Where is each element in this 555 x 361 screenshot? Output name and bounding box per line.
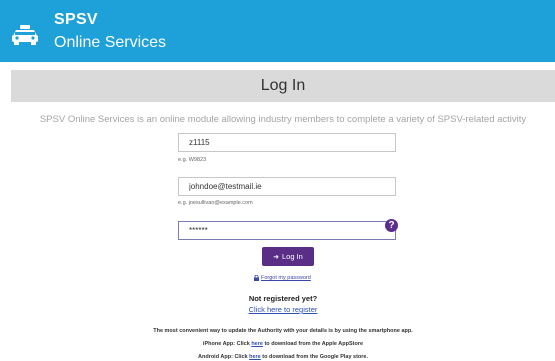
lock-icon xyxy=(254,275,259,281)
iphone-download-link[interactable]: here xyxy=(251,341,263,347)
iphone-suffix: to download from the Apple AppStore xyxy=(264,341,364,347)
email-input[interactable] xyxy=(178,177,396,196)
password-input[interactable] xyxy=(178,221,396,240)
login-button-label: Log In xyxy=(282,252,303,261)
taxi-icon xyxy=(12,25,38,45)
sign-in-icon: ➜ xyxy=(273,253,279,261)
footer-app-note: The most convenient way to update the Au… xyxy=(153,328,413,334)
licence-number-input[interactable] xyxy=(178,133,396,152)
login-button[interactable]: ➜ Log In xyxy=(262,247,314,266)
not-registered-text: Not registered yet? xyxy=(248,294,318,303)
question-mark-icon[interactable]: ? xyxy=(385,219,398,232)
app-title: SPSV xyxy=(54,11,98,28)
top-bar: SPSV Online Services xyxy=(0,0,555,62)
app-subtitle: Online Services xyxy=(54,34,167,51)
page-title: Log In xyxy=(11,70,555,102)
iphone-prefix: iPhone App: Click xyxy=(202,341,250,347)
android-prefix: Android App: Click xyxy=(197,354,248,360)
footer-android-line: Android App: Click here to download from… xyxy=(11,354,555,360)
intro-text: SPSV Online Services is an online module… xyxy=(39,114,527,125)
forgot-password-link[interactable]: Forgot my password xyxy=(254,275,311,281)
forgot-password-label: Forgot my password xyxy=(261,275,311,281)
email-hint: e.g. joesullivan@example.com xyxy=(178,200,253,206)
licence-hint: e.g. W9823 xyxy=(178,157,207,163)
register-link[interactable]: Click here to register xyxy=(11,305,555,314)
footer-iphone-line: iPhone App: Click here to download from … xyxy=(11,341,555,347)
android-download-link[interactable]: here xyxy=(249,354,261,360)
android-suffix: to download from the Google Play store. xyxy=(262,354,369,360)
